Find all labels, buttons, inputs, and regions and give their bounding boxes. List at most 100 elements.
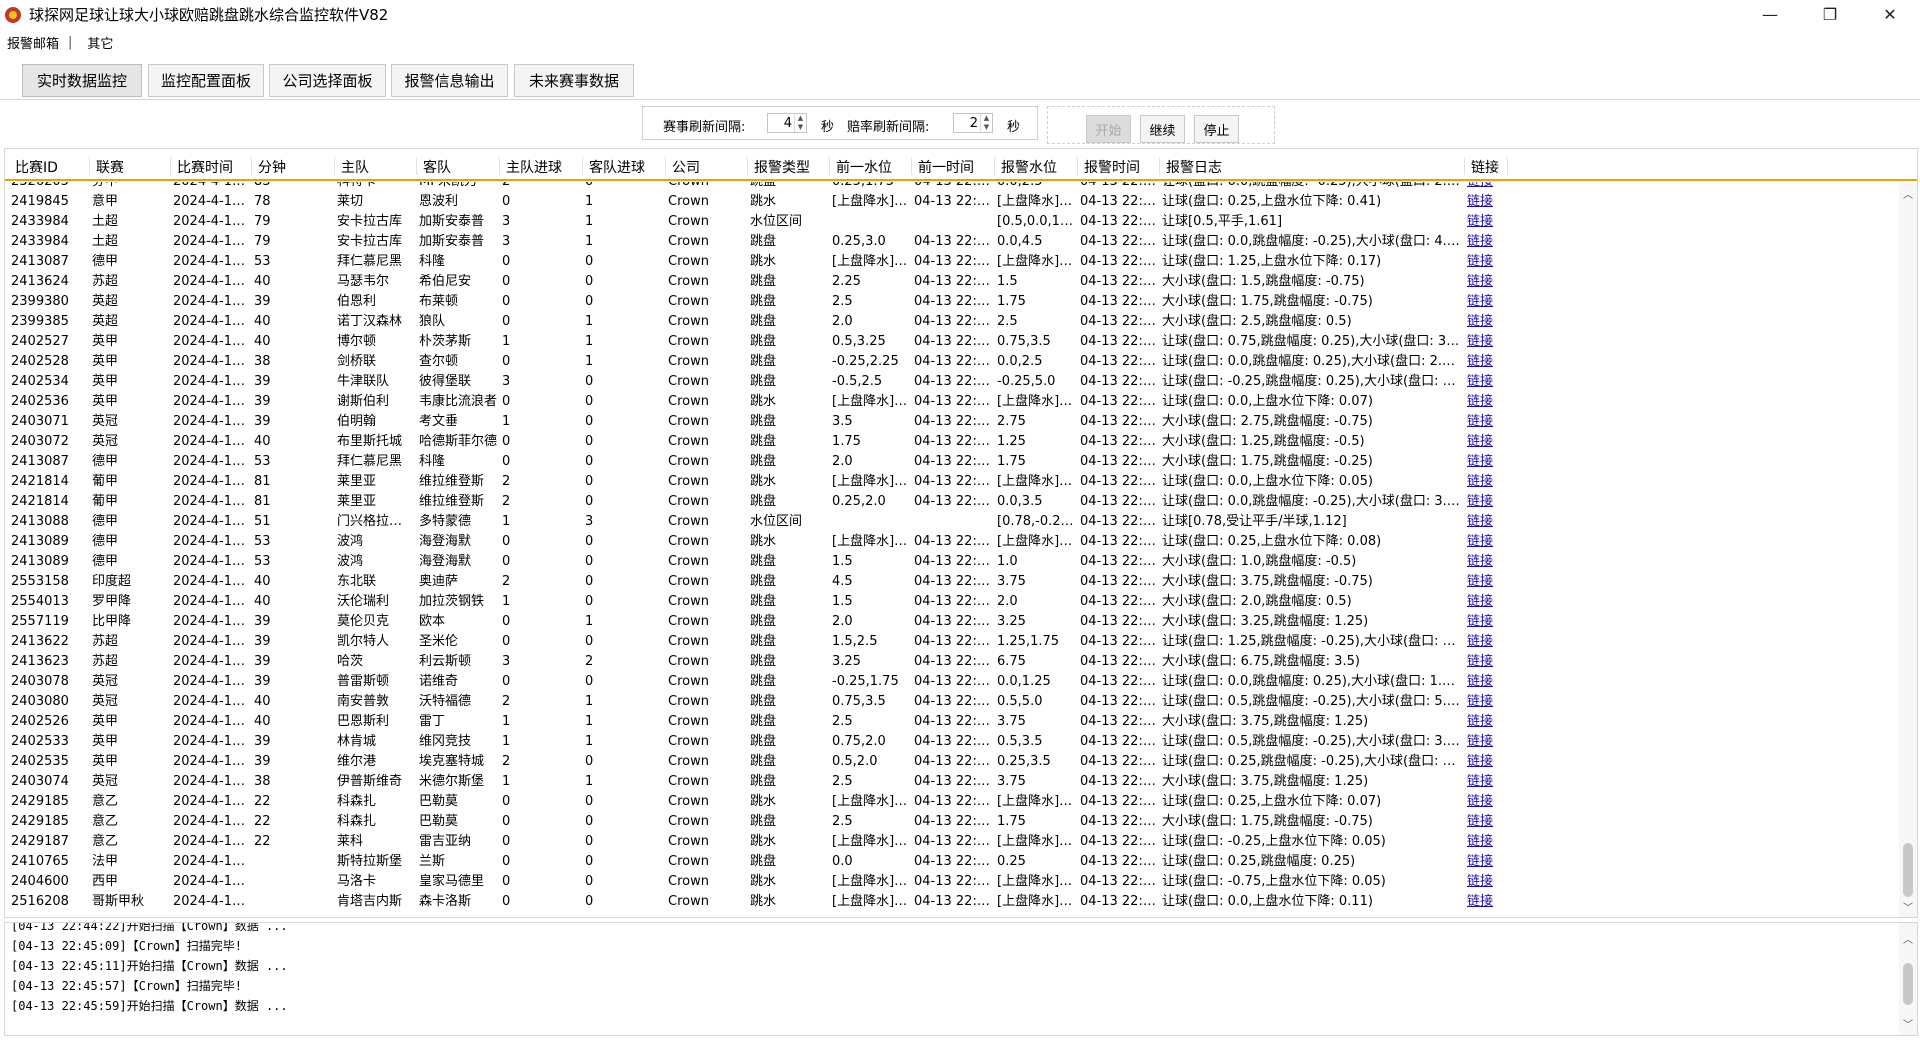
table-row[interactable]: 2557119 比甲降 2024-4-13 22... 39 莫伦贝克 欧本 0 1 Crown…	[5, 612, 1901, 632]
column-header-minute[interactable]: 分钟	[252, 157, 335, 176]
scroll-down-icon[interactable]: ﹀	[1899, 899, 1917, 915]
table-row[interactable]: 2413624 苏超 2024-4-13 22... 40 马瑟韦尔 希伯尼安 0 0 Crow…	[5, 272, 1901, 292]
row-link[interactable]: 链接	[1465, 553, 1505, 571]
table-row[interactable]: 2403074 英冠 2024-4-13 22... 38 伊普斯维奇 米德尔斯堡 1 1 Cr…	[5, 772, 1901, 792]
row-link[interactable]: 链接	[1465, 433, 1505, 451]
row-link[interactable]: 链接	[1465, 313, 1505, 331]
table-row[interactable]: 2516208 哥斯甲秋 2024-4-14 07... 肯塔吉内斯 森卡洛斯 0 0 Cro…	[5, 892, 1901, 912]
row-link[interactable]: 链接	[1465, 393, 1505, 411]
column-header-company[interactable]: 公司	[666, 157, 748, 176]
table-row[interactable]: 2403078 英冠 2024-4-13 22... 39 普雷斯顿 诺维奇 0 0 Crown…	[5, 672, 1901, 692]
row-link[interactable]: 链接	[1465, 513, 1505, 531]
column-header-link[interactable]: 链接	[1465, 157, 1508, 176]
table-row[interactable]: 2433984 土超 2024-4-13 21... 79 安卡拉古库 加斯安泰普 3 1 Cr…	[5, 232, 1901, 252]
row-link[interactable]: 链接	[1465, 213, 1505, 231]
row-link[interactable]: 链接	[1465, 493, 1505, 511]
column-header-prev-time[interactable]: 前一时间	[912, 157, 995, 176]
row-link[interactable]: 链接	[1465, 593, 1505, 611]
column-header-away-goals[interactable]: 客队进球	[583, 157, 666, 176]
table-row[interactable]: 2429185 意乙 2024-4-13 22... 22 科森扎 巴勒莫 0 0 Crown 跳…	[5, 812, 1901, 832]
table-row[interactable]: 2326205芬甲2024-4-13 21...83科特卡MP米凯力20Crow…	[5, 182, 1901, 192]
table-row[interactable]: 2413088 德甲 2024-4-13 21... 51 门兴格拉德巴赫多特蒙德 1 3 C…	[5, 512, 1901, 532]
table-row[interactable]: 2402527 英甲 2024-4-13 22... 40 博尔顿 朴茨茅斯 1 1 Crown…	[5, 332, 1901, 352]
table-row[interactable]: 2399385 英超 2024-4-13 22... 40 诺丁汉森林 狼队 0 1 Crown…	[5, 312, 1901, 332]
row-link[interactable]: 链接	[1465, 182, 1505, 191]
table-row[interactable]: 2403080 英冠 2024-4-13 22... 40 南安普敦 沃特福德 2 1 Crow…	[5, 692, 1901, 712]
row-link[interactable]: 链接	[1465, 833, 1505, 851]
row-link[interactable]: 链接	[1465, 673, 1505, 691]
spinner-arrows-icon[interactable]: ▲ ▼	[980, 114, 992, 132]
row-link[interactable]: 链接	[1465, 293, 1505, 311]
scroll-thumb[interactable]	[1903, 843, 1913, 897]
row-link[interactable]: 链接	[1465, 373, 1505, 391]
row-link[interactable]: 链接	[1465, 573, 1505, 591]
table-row[interactable]: 2429185 意乙 2024-4-13 22... 22 科森扎 巴勒莫 0 0 Crown 跳…	[5, 792, 1901, 812]
continue-button[interactable]: 继续	[1140, 115, 1185, 143]
table-row[interactable]: 2403071 英冠 2024-4-13 22... 39 伯明翰 考文垂 1 0 Crown 跳…	[5, 412, 1901, 432]
tab-future-matches[interactable]: 未来赛事数据	[514, 64, 634, 97]
row-link[interactable]: 链接	[1465, 793, 1505, 811]
column-header-alarm-type[interactable]: 报警类型	[748, 157, 830, 176]
row-link[interactable]: 链接	[1465, 853, 1505, 871]
row-link[interactable]: 链接	[1465, 353, 1505, 371]
table-row[interactable]: 2402528 英甲 2024-4-13 22... 38 剑桥联 查尔顿 0 1 Crown 跳…	[5, 352, 1901, 372]
row-link[interactable]: 链接	[1465, 713, 1505, 731]
table-row[interactable]: 2413623 苏超 2024-4-13 22... 39 哈茨 利云斯顿 3 2 Crown 跳…	[5, 652, 1901, 672]
spinner-arrows-icon[interactable]: ▲ ▼	[794, 114, 806, 132]
row-link[interactable]: 链接	[1465, 273, 1505, 291]
table-row[interactable]: 2554013 罗甲降 2024-4-13 22... 40 沃伦瑞利 加拉茨钢铁 1 0 Cr…	[5, 592, 1901, 612]
table-row[interactable]: 2421814 葡甲 2024-4-13 21... 81 莱里亚 维拉维登斯 2 0 Crow…	[5, 492, 1901, 512]
scroll-down-icon[interactable]: ﹀	[1899, 1016, 1917, 1031]
tab-realtime-monitor[interactable]: 实时数据监控	[22, 64, 142, 97]
table-row[interactable]: 2410765 法甲 2024-4-13 23... 斯特拉斯堡 兰斯 0 0 Crown 跳盘…	[5, 852, 1901, 872]
close-button[interactable]: ✕	[1860, 0, 1920, 29]
table-row[interactable]: 2402536 英甲 2024-4-13 22... 39 谢斯伯利 韦康比流浪者 0 0 Cr…	[5, 392, 1901, 412]
match-refresh-spinner[interactable]: 4 ▲ ▼	[767, 113, 807, 133]
tab-company-select[interactable]: 公司选择面板	[269, 64, 386, 97]
row-link[interactable]: 链接	[1465, 753, 1505, 771]
row-link[interactable]: 链接	[1465, 453, 1505, 471]
table-row[interactable]: 2402535 英甲 2024-4-13 22... 39 维尔港 埃克塞特城 2 0 Crow…	[5, 752, 1901, 772]
scroll-thumb[interactable]	[1903, 963, 1913, 1005]
column-header-alarm-odds[interactable]: 报警水位	[995, 157, 1078, 176]
grid-scrollbar[interactable]: ︿ ﹀	[1899, 182, 1917, 917]
row-link[interactable]: 链接	[1465, 413, 1505, 431]
table-row[interactable]: 2413089 德甲 2024-4-13 21... 53 波鸿 海登海默 0 0 Crown 跳…	[5, 552, 1901, 572]
row-link[interactable]: 链接	[1465, 233, 1505, 251]
scroll-up-icon[interactable]: ︿	[1899, 186, 1917, 202]
column-header-home-team[interactable]: 主队	[335, 157, 417, 176]
row-link[interactable]: 链接	[1465, 333, 1505, 351]
row-link[interactable]: 链接	[1465, 733, 1505, 751]
column-header-alarm-time[interactable]: 报警时间	[1078, 157, 1160, 176]
stop-button[interactable]: 停止	[1194, 115, 1239, 143]
row-link[interactable]: 链接	[1465, 773, 1505, 791]
menu-other[interactable]: 其它	[80, 33, 120, 52]
table-row[interactable]: 2433984 土超 2024-4-13 21... 79 安卡拉古库 加斯安泰普 3 1 Cr…	[5, 212, 1901, 232]
row-link[interactable]: 链接	[1465, 473, 1505, 491]
row-link[interactable]: 链接	[1465, 253, 1505, 271]
table-row[interactable]: 2402534 英甲 2024-4-13 22... 39 牛津联队 彼得堡联 3 0 Crow…	[5, 372, 1901, 392]
scroll-up-icon[interactable]: ︿	[1899, 931, 1917, 946]
column-header-away-team[interactable]: 客队	[417, 157, 500, 176]
menu-alarm-email[interactable]: 报警邮箱	[0, 33, 66, 52]
row-link[interactable]: 链接	[1465, 693, 1505, 711]
table-row[interactable]: 2553158 印度超 2024-4-13 22... 40 东北联 奥迪萨 2 0 Crown…	[5, 572, 1901, 592]
table-row[interactable]: 2421814 葡甲 2024-4-13 21... 81 莱里亚 维拉维登斯 2 0 Crow…	[5, 472, 1901, 492]
minimize-button[interactable]: —	[1740, 0, 1800, 29]
row-link[interactable]: 链接	[1465, 633, 1505, 651]
log-scrollbar[interactable]: ︿ ﹀	[1899, 923, 1917, 1035]
table-row[interactable]: 2399380 英超 2024-4-13 22... 39 伯恩利 布莱顿 0 0 Crown 跳…	[5, 292, 1901, 312]
row-link[interactable]: 链接	[1465, 893, 1505, 911]
row-link[interactable]: 链接	[1465, 193, 1505, 211]
table-row[interactable]: 2402526 英甲 2024-4-13 22... 40 巴恩斯利 雷丁 1 1 Crown 跳…	[5, 712, 1901, 732]
table-row[interactable]: 2402533 英甲 2024-4-13 22... 39 林肯城 维冈竞技 1 1 Crown…	[5, 732, 1901, 752]
table-row[interactable]: 2413622 苏超 2024-4-13 22... 39 凯尔特人 圣米伦 0 0 Crown…	[5, 632, 1901, 652]
row-link[interactable]: 链接	[1465, 873, 1505, 891]
table-row[interactable]: 2413089 德甲 2024-4-13 21... 53 波鸿 海登海默 0 0 Crown 跳…	[5, 532, 1901, 552]
maximize-button[interactable]: ❐	[1800, 0, 1860, 29]
row-link[interactable]: 链接	[1465, 613, 1505, 631]
row-link[interactable]: 链接	[1465, 533, 1505, 551]
column-header-league[interactable]: 联赛	[90, 157, 171, 176]
table-row[interactable]: 2413087 德甲 2024-4-13 21... 53 拜仁慕尼黑 科隆 0 0 Crown…	[5, 252, 1901, 272]
tab-alarm-output[interactable]: 报警信息输出	[391, 64, 508, 97]
